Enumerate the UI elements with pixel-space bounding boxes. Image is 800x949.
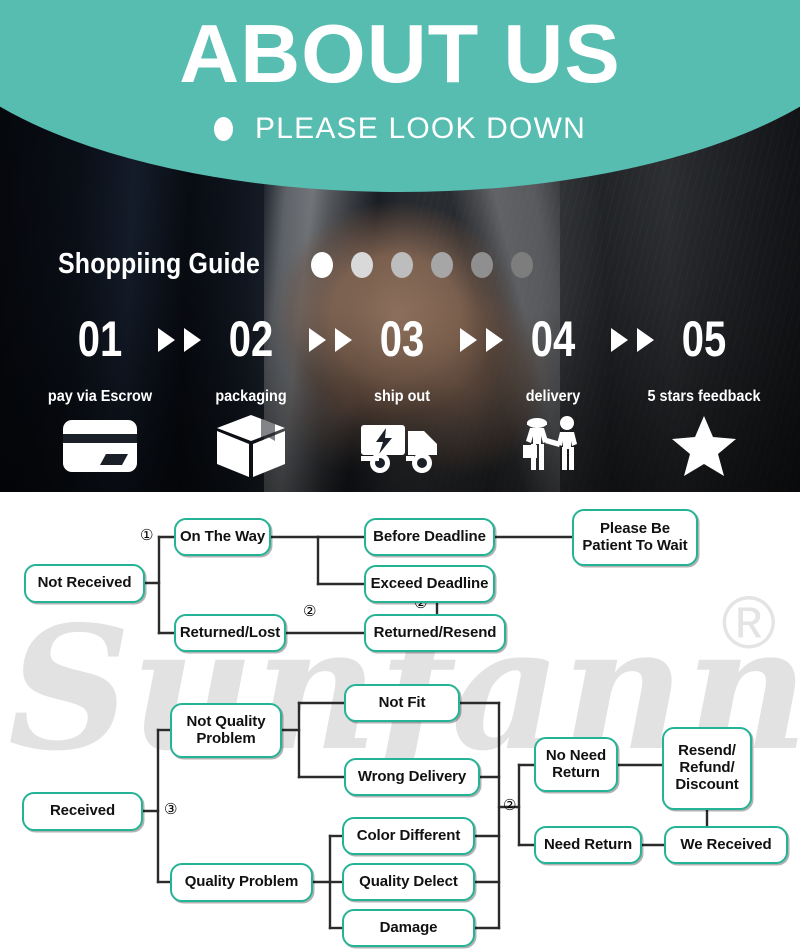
node-not-received[interactable]: Not Received [24, 564, 145, 603]
star-icon [644, 416, 764, 476]
page-title: ABOUT US [179, 7, 621, 100]
node-returned-lost[interactable]: Returned/Lost [174, 614, 286, 652]
step-number-01: 01 [77, 311, 123, 367]
node-on-the-way[interactable]: On The Way [174, 518, 271, 556]
courier-handoff-icon [493, 416, 613, 476]
registered-trademark-icon: ® [721, 581, 776, 664]
guide-dot-5 [470, 251, 493, 278]
node-damage[interactable]: Damage [342, 909, 475, 947]
step-arrow-4-icon [611, 328, 654, 352]
step-number-02: 02 [228, 311, 274, 367]
node-we-received[interactable]: We Received [664, 826, 788, 864]
step-number-03: 03 [379, 311, 425, 367]
node-returned-resend[interactable]: Returned/Resend [364, 614, 506, 652]
hero-subtitle: PLEASE LOOK DOWN [255, 112, 586, 145]
guide-dot-6 [510, 251, 533, 278]
after-sales-flowchart: Sunfanny ® [0, 492, 800, 949]
node-before-deadline[interactable]: Before Deadline [364, 518, 495, 556]
step-number-05: 05 [681, 311, 727, 367]
node-resend-refund-discount[interactable]: Resend/ Refund/ Discount [662, 727, 752, 810]
marker-1: ① [140, 526, 154, 544]
about-us-page: ABOUT US PLEASE LOOK DOWN Shoppiing Guid… [0, 0, 800, 949]
guide-dot-1 [310, 251, 333, 278]
step-arrow-1-icon [158, 328, 201, 352]
step-number-04: 04 [530, 311, 576, 367]
step-arrow-3-icon [460, 328, 503, 352]
marker-2a: ② [303, 602, 317, 620]
node-quality-problem[interactable]: Quality Problem [170, 863, 313, 902]
marker-2c: ② [503, 796, 517, 814]
shopping-guide-steps: 01 02 03 04 05 pay via Escrow packaging … [0, 312, 800, 482]
shopping-guide-header: Shoppiing Guide [58, 248, 533, 281]
node-need-return[interactable]: Need Return [534, 826, 642, 864]
node-no-need-return[interactable]: No Need Return [534, 737, 618, 792]
credit-card-icon [40, 416, 160, 476]
node-color-different[interactable]: Color Different [342, 817, 475, 855]
step-arrow-2-icon [309, 328, 352, 352]
node-quality-delect[interactable]: Quality Delect [342, 863, 475, 901]
delivery-truck-icon [342, 416, 462, 476]
hero-banner: ABOUT US PLEASE LOOK DOWN Shoppiing Guid… [0, 0, 800, 492]
guide-dot-4 [430, 251, 453, 278]
guide-dot-3 [390, 251, 413, 278]
node-exceed-deadline[interactable]: Exceed Deadline [364, 565, 495, 603]
node-please-be-patient-to-wait[interactable]: Please Be Patient To Wait [572, 509, 698, 566]
node-received[interactable]: Received [22, 792, 143, 831]
hero-subtitle-row: PLEASE LOOK DOWN [0, 112, 800, 146]
box-package-icon [191, 415, 311, 477]
step-label-5-stars-feedback: 5 stars feedback [647, 388, 761, 405]
shopping-guide-title: Shoppiing Guide [58, 248, 261, 280]
bullet-dot-icon [214, 117, 234, 141]
node-not-fit[interactable]: Not Fit [344, 684, 460, 722]
node-not-quality-problem[interactable]: Not Quality Problem [170, 703, 282, 758]
node-wrong-delivery[interactable]: Wrong Delivery [344, 758, 480, 796]
marker-3: ③ [164, 800, 178, 818]
guide-dot-2 [350, 251, 373, 278]
